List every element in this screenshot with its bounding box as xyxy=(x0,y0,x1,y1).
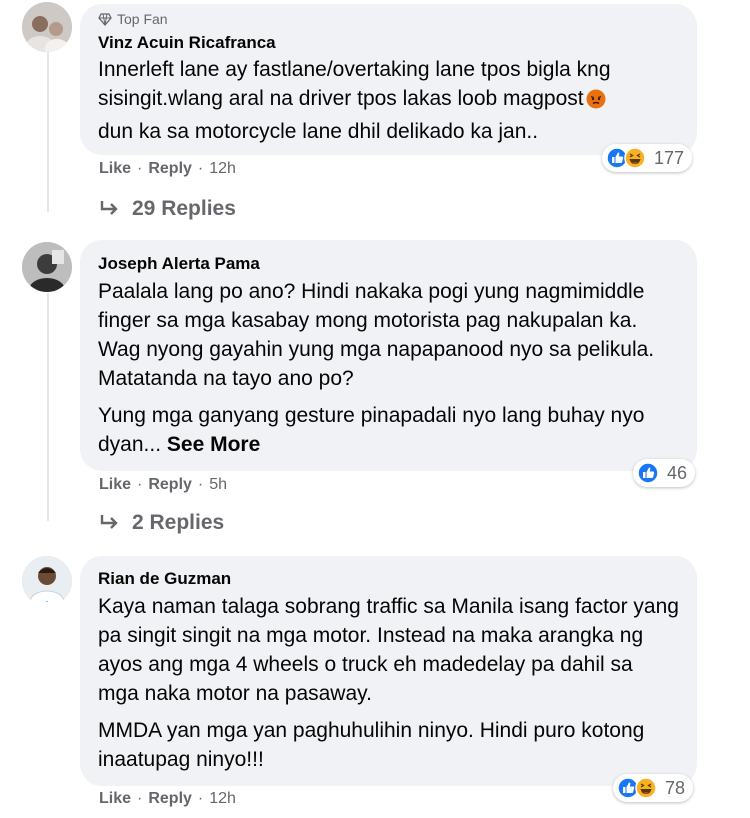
separator: · xyxy=(137,160,143,177)
reaction-summary[interactable]: 177 xyxy=(602,144,693,172)
like-link[interactable]: Like xyxy=(99,476,131,494)
avatar[interactable] xyxy=(22,2,72,52)
replies-label: 29 Replies xyxy=(132,197,236,220)
comment-timestamp[interactable]: 12h xyxy=(209,790,236,808)
reaction-summary[interactable]: 78 xyxy=(613,774,694,802)
comment-actions: Like · Reply · 12h xyxy=(99,160,236,178)
reaction-count: 78 xyxy=(665,777,686,798)
reaction-count: 46 xyxy=(667,462,688,483)
comment-bubble: Top Fan Vinz Acuin Ricafranca Innerleft … xyxy=(80,4,697,155)
comment-bubble: Rian de Guzman Kaya naman talaga sobrang… xyxy=(80,556,697,786)
comment-author[interactable]: Rian de Guzman xyxy=(98,569,679,589)
avatar-photo: . xyxy=(22,556,72,606)
badge-label: Top Fan xyxy=(117,11,168,27)
comment-paragraph: Kaya naman talaga sobrang traffic sa Man… xyxy=(98,595,679,705)
comment-author[interactable]: Joseph Alerta Pama xyxy=(98,254,679,274)
separator: · xyxy=(197,160,204,177)
comment-actions: Like · Reply · 5h xyxy=(99,476,227,494)
reply-link[interactable]: Reply xyxy=(148,790,192,808)
like-link[interactable]: Like xyxy=(99,790,131,808)
comment-bubble: Joseph Alerta Pama Paalala lang po ano? … xyxy=(80,240,697,471)
angry-emoji-icon xyxy=(586,88,606,117)
avatar-photo xyxy=(22,242,72,292)
comment-author[interactable]: Vinz Acuin Ricafranca xyxy=(98,33,679,53)
like-reaction-icon xyxy=(637,462,659,484)
separator: · xyxy=(197,476,204,493)
replies-label: 2 Replies xyxy=(132,511,225,534)
see-more-link[interactable]: See More xyxy=(167,433,260,456)
thread-line xyxy=(47,293,49,521)
comment-text: Kaya naman talaga sobrang traffic sa Man… xyxy=(98,592,679,774)
comment-timestamp[interactable]: 5h xyxy=(209,476,227,494)
avatar-photo xyxy=(22,2,72,52)
top-fan-badge: Top Fan xyxy=(98,11,679,27)
reply-arrow-icon xyxy=(98,513,120,533)
reaction-count: 177 xyxy=(654,147,685,168)
separator: · xyxy=(197,790,204,807)
comment-text: Innerleft lane ay fastlane/overtaking la… xyxy=(98,55,679,146)
comment-text: Paalala lang po ano? Hindi nakaka pogi y… xyxy=(98,277,679,459)
view-replies-button[interactable]: 29 Replies xyxy=(98,197,236,221)
avatar[interactable]: . xyxy=(22,556,72,606)
reply-arrow-icon xyxy=(98,199,120,219)
comment-actions: Like · Reply · 12h xyxy=(99,790,236,808)
reply-link[interactable]: Reply xyxy=(148,160,192,178)
diamond-badge-icon xyxy=(98,12,112,26)
svg-text:.: . xyxy=(46,597,48,604)
reaction-summary[interactable]: 46 xyxy=(633,459,696,487)
like-link[interactable]: Like xyxy=(99,160,131,178)
thread-line xyxy=(47,52,49,212)
comment-paragraph: Paalala lang po ano? Hindi nakaka pogi y… xyxy=(98,280,655,390)
haha-reaction-icon xyxy=(635,777,657,799)
view-replies-button[interactable]: 2 Replies xyxy=(98,511,224,535)
reply-link[interactable]: Reply xyxy=(148,476,192,494)
separator: · xyxy=(137,476,143,493)
comment-paragraph: Innerleft lane ay fastlane/overtaking la… xyxy=(98,58,611,110)
comment-timestamp[interactable]: 12h xyxy=(209,160,236,178)
comment-paragraph: dun ka sa motorcycle lane dhil delikado … xyxy=(98,120,539,143)
separator: · xyxy=(137,790,143,807)
comment-paragraph: MMDA yan mga yan paghuhulihin ninyo. Hin… xyxy=(98,719,645,771)
haha-reaction-icon xyxy=(624,147,646,169)
avatar[interactable] xyxy=(22,242,72,292)
